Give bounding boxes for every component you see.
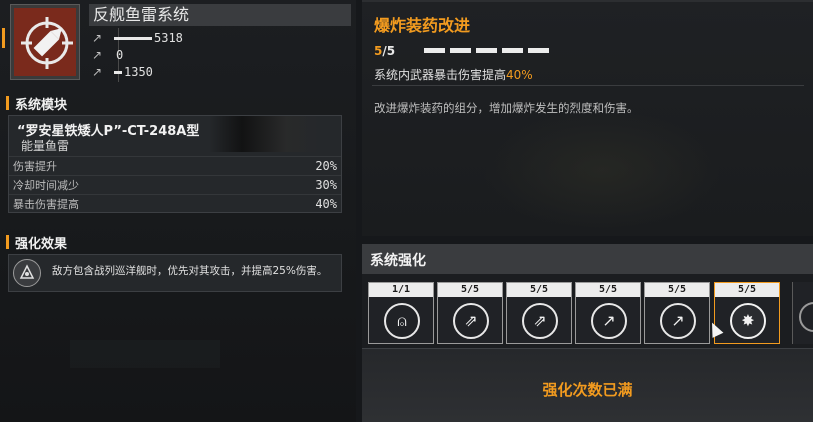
- torpedo-shell-icon: [10, 4, 80, 80]
- upgrade-card-missiles-1[interactable]: 5/5 ⇗: [437, 282, 503, 344]
- detail-effect: 系统内武器暴击伤害提高40%: [374, 66, 533, 83]
- detail-effect-value: 40%: [506, 68, 533, 82]
- upgrades-header: 系统强化: [362, 244, 813, 274]
- upgrade-level: 5/5: [438, 283, 502, 297]
- background-ghost: [70, 340, 220, 368]
- fleet-emblem-icon: [13, 259, 41, 287]
- upgrade-level: 5/5: [645, 283, 709, 297]
- explosion-icon: ✸: [730, 303, 766, 339]
- upgrade-level: 5/5: [576, 283, 640, 297]
- upgrade-level: 1/1: [369, 283, 433, 297]
- system-title: 反舰鱼雷系统: [89, 4, 351, 26]
- reload-icon: ↗: [92, 48, 103, 62]
- detail-top-line: [362, 0, 813, 2]
- module-type: 能量鱼雷: [21, 139, 70, 153]
- module-row-label: 冷却时间减少: [13, 178, 79, 192]
- missiles-up-icon: ⇗: [522, 303, 558, 339]
- module-section-title: 系统模块: [6, 94, 68, 113]
- level-total: /5: [382, 44, 396, 58]
- section-accent: [6, 235, 9, 249]
- detail-panel: 爆炸装药改进 5/5 系统内武器暴击伤害提高40% 改进爆炸装药的组分，增加爆炸…: [362, 0, 813, 236]
- section-title-text: 强化效果: [15, 236, 68, 252]
- stat-damage: ↗ 5318: [92, 30, 183, 46]
- level-pip: [528, 48, 549, 53]
- bell-plus-icon: ⍝: [384, 303, 420, 339]
- module-row-label: 伤害提升: [13, 159, 57, 173]
- upgrade-level: 5/5: [715, 283, 779, 297]
- upgrade-level: 5/5: [507, 283, 571, 297]
- upgrade-card-missiles-2[interactable]: 5/5 ⇗: [506, 282, 572, 344]
- torpedo-up-icon: ↗: [591, 303, 627, 339]
- background-artwork: [482, 110, 722, 230]
- upgrade-card-partial[interactable]: [792, 282, 813, 344]
- stat-value: 5318: [154, 31, 183, 45]
- range-icon: ↗: [92, 65, 103, 79]
- detail-title: 爆炸装药改进: [374, 16, 471, 35]
- upgrade-card-bell[interactable]: 1/1 ⍝: [368, 282, 434, 344]
- module-row-value: 20%: [315, 158, 337, 173]
- gear-icon: [799, 302, 813, 332]
- upgrades-title: 系统强化: [370, 253, 426, 269]
- section-title-text: 系统模块: [15, 97, 68, 113]
- module-card[interactable]: “罗安星铁矮人P”-CT-248A型 能量鱼雷 伤害提升 20% 冷却时间减少 …: [8, 115, 342, 213]
- module-row-value: 30%: [315, 177, 337, 192]
- header-accent: [2, 28, 5, 48]
- module-row: 冷却时间减少 30%: [9, 175, 341, 193]
- module-row-value: 40%: [315, 196, 337, 211]
- stat-bar: [114, 70, 122, 74]
- upgrade-status-bar: 强化次数已满: [362, 348, 813, 422]
- stat-range: ↗ 1350: [92, 64, 153, 80]
- module-artwork: [209, 116, 319, 152]
- level-pip: [476, 48, 497, 53]
- section-accent: [6, 96, 9, 110]
- torpedo-up-icon: ↗: [660, 303, 696, 339]
- level-indicator: 5/5: [374, 44, 395, 58]
- upgrade-card-explosion[interactable]: 5/5 ✸: [714, 282, 780, 344]
- level-pips: [424, 48, 549, 53]
- upgrade-card-torpedo-2[interactable]: 5/5 ↗: [644, 282, 710, 344]
- upgrade-card-torpedo-1[interactable]: 5/5 ↗: [575, 282, 641, 344]
- detail-description: 改进爆炸装药的组分，增加爆炸发生的烈度和伤害。: [374, 101, 639, 115]
- level-pip: [502, 48, 523, 53]
- detail-divider: [372, 85, 804, 86]
- stat-bar: [114, 36, 152, 40]
- level-pip: [450, 48, 471, 53]
- module-row-label: 暴击伤害提高: [13, 197, 79, 211]
- effect-card: 敌方包含战列巡洋舰时，优先对其攻击，并提高25%伤害。: [8, 254, 342, 292]
- detail-effect-prefix: 系统内武器暴击伤害提高: [374, 68, 507, 82]
- upgrades-strip: 1/1 ⍝ 5/5 ⇗ 5/5 ⇗ 5/5 ↗ 5/5 ↗ 5/5 ✸: [362, 274, 813, 348]
- damage-icon: ↗: [92, 31, 103, 45]
- missiles-up-icon: ⇗: [453, 303, 489, 339]
- effect-text: 敌方包含战列巡洋舰时，优先对其攻击，并提高25%伤害。: [52, 265, 328, 277]
- stat-value: 1350: [124, 65, 153, 79]
- stat-value: 0: [116, 48, 124, 62]
- module-row: 暴击伤害提高 40%: [9, 194, 341, 212]
- level-pip: [424, 48, 445, 53]
- upgrade-status: 强化次数已满: [542, 381, 633, 399]
- stat-reload: ↗ 0: [92, 47, 123, 63]
- system-header: 反舰鱼雷系统 ↗ 5318 ↗ 0 ↗ 1350: [0, 0, 356, 88]
- module-row: 伤害提升 20%: [9, 156, 341, 174]
- system-panel: 反舰鱼雷系统 ↗ 5318 ↗ 0 ↗ 1350 系统模块 “罗安星铁矮人P”-…: [0, 0, 356, 422]
- effect-section-title: 强化效果: [6, 233, 68, 252]
